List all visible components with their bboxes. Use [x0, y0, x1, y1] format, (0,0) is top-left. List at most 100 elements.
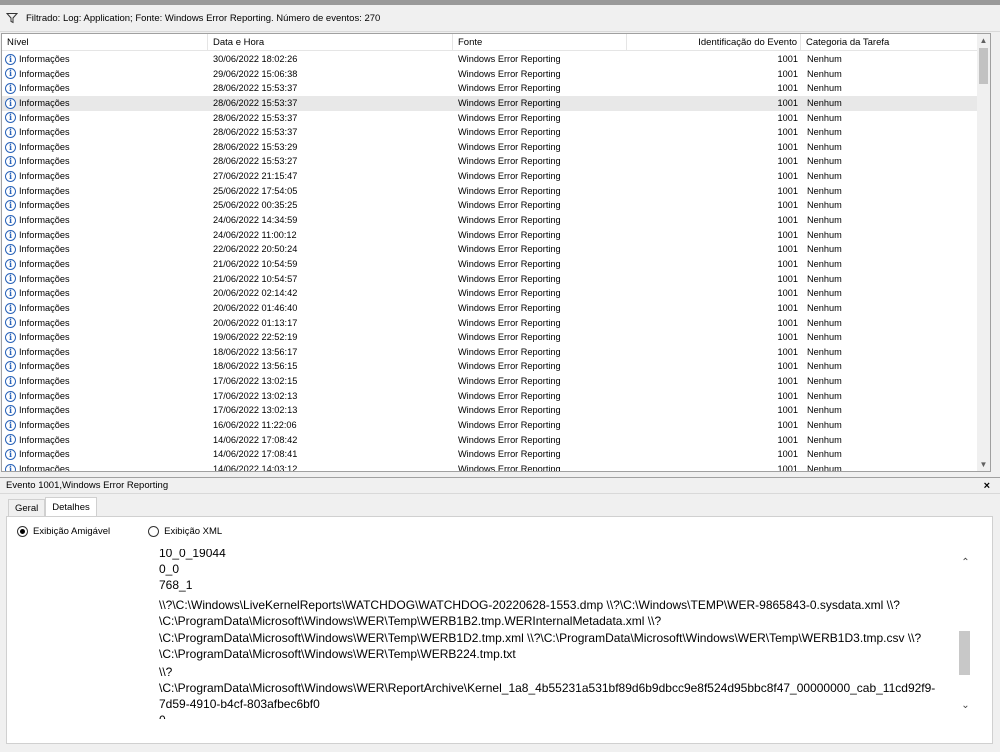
table-row[interactable]: i Informações 24/06/2022 14:34:59 Windows E… — [2, 213, 978, 228]
table-row[interactable]: i Informações 19/06/2022 22:52:19 Windows E… — [2, 330, 978, 345]
event-id-cell: 1001 — [777, 288, 798, 299]
source-cell: Windows Error Reporting — [458, 332, 561, 343]
date-cell: 22/06/2022 20:50:24 — [213, 244, 298, 255]
level-text: Informações — [19, 376, 70, 387]
category-cell: Nenhum — [807, 185, 842, 196]
category-cell: Nenhum — [807, 449, 842, 460]
column-header-date[interactable]: Data e Hora — [208, 34, 453, 51]
column-header-category[interactable]: Categoria da Tarefa — [801, 34, 978, 51]
detail-line: 7d59-4910-b4cf-803afbec6bf0 — [159, 697, 320, 711]
date-cell: 28/06/2022 15:53:27 — [213, 156, 298, 167]
info-icon: i — [5, 214, 16, 226]
scroll-thumb[interactable] — [979, 48, 988, 84]
category-cell: Nenhum — [807, 112, 842, 123]
level-cell: i Informações — [5, 359, 70, 374]
radio-friendly-view[interactable]: Exibição Amigável — [17, 526, 110, 537]
scroll-down-icon[interactable]: ▼ — [977, 458, 990, 471]
table-row[interactable]: i Informações 20/06/2022 01:13:17 Windows E… — [2, 316, 978, 331]
radio-unselected-icon[interactable] — [148, 526, 160, 537]
table-row[interactable]: i Informações 25/06/2022 17:54:05 Windows E… — [2, 184, 978, 199]
table-row[interactable]: i Informações 18/06/2022 13:56:15 Windows E… — [2, 359, 978, 374]
table-row[interactable]: i Informações 16/06/2022 11:22:06 Windows E… — [2, 418, 978, 433]
category-cell: Nenhum — [807, 463, 842, 472]
source-cell: Windows Error Reporting — [458, 288, 561, 299]
table-row[interactable]: i Informações 20/06/2022 01:46:40 Windows E… — [2, 301, 978, 316]
info-icon: i — [5, 405, 16, 417]
tab-general[interactable]: Geral — [8, 499, 46, 517]
category-cell: Nenhum — [807, 215, 842, 226]
event-id-cell: 1001 — [777, 346, 798, 357]
chevron-down-icon[interactable]: ⌄ — [959, 700, 972, 713]
source-cell: Windows Error Reporting — [458, 83, 561, 94]
scroll-up-icon[interactable]: ▲ — [977, 34, 990, 47]
category-cell: Nenhum — [807, 302, 842, 313]
table-row[interactable]: i Informações 14/06/2022 17:08:42 Windows E… — [2, 433, 978, 448]
event-id-cell: 1001 — [777, 54, 798, 64]
detail-line: 0 — [159, 712, 166, 719]
detail-tabs: Geral Detalhes — [8, 497, 97, 517]
level-cell: i Informações — [5, 111, 70, 126]
table-row[interactable]: i Informações 22/06/2022 20:50:24 Windows E… — [2, 242, 978, 257]
level-text: Informações — [19, 463, 70, 472]
column-header-level[interactable]: Nível — [2, 34, 208, 51]
source-cell: Windows Error Reporting — [458, 449, 561, 460]
table-row[interactable]: i Informações 28/06/2022 15:53:37 Windows E… — [2, 95, 978, 111]
table-row[interactable]: i Informações 17/06/2022 13:02:13 Windows E… — [2, 389, 978, 404]
column-header-source[interactable]: Fonte — [453, 34, 627, 51]
level-cell: i Informações — [5, 389, 70, 404]
table-row[interactable]: i Informações 14/06/2022 14:03:12 Windows E… — [2, 462, 978, 472]
date-cell: 28/06/2022 15:53:37 — [213, 97, 298, 108]
table-row[interactable]: i Informações 28/06/2022 15:53:37 Windows E… — [2, 111, 978, 126]
source-cell: Windows Error Reporting — [458, 141, 561, 152]
detail-line: 10_0_19044 — [159, 549, 226, 560]
level-cell: i Informações — [5, 257, 70, 272]
table-row[interactable]: i Informações 17/06/2022 13:02:13 Windows E… — [2, 403, 978, 418]
table-row[interactable]: i Informações 30/06/2022 18:02:26 Windows E… — [2, 52, 978, 67]
table-row[interactable]: i Informações 17/06/2022 13:02:15 Windows E… — [2, 374, 978, 389]
table-row[interactable]: i Informações 28/06/2022 15:53:37 Windows E… — [2, 125, 978, 140]
radio-xml-view[interactable]: Exibição XML — [148, 526, 222, 537]
level-cell: i Informações — [5, 345, 70, 360]
info-icon: i — [5, 53, 16, 65]
radio-selected-icon[interactable] — [17, 526, 28, 537]
details-scroll-thumb[interactable] — [959, 631, 970, 675]
info-icon: i — [5, 361, 16, 373]
info-icon: i — [5, 449, 16, 461]
category-cell: Nenhum — [807, 200, 842, 211]
view-mode-radios: Exibição Amigável Exibição XML — [17, 526, 260, 537]
table-row[interactable]: i Informações 14/06/2022 17:08:41 Windows E… — [2, 447, 978, 462]
category-cell: Nenhum — [807, 258, 842, 269]
table-row[interactable]: i Informações 18/06/2022 13:56:17 Windows E… — [2, 345, 978, 360]
table-row[interactable]: i Informações 28/06/2022 15:53:27 Windows E… — [2, 154, 978, 169]
table-row[interactable]: i Informações 28/06/2022 15:53:29 Windows E… — [2, 140, 978, 155]
table-scrollbar[interactable]: ▲ ▼ — [977, 34, 990, 471]
tab-details[interactable]: Detalhes — [45, 497, 97, 516]
table-row[interactable]: i Informações 29/06/2022 15:06:38 Windows E… — [2, 67, 978, 82]
level-cell: i Informações — [5, 462, 70, 472]
table-row[interactable]: i Informações 24/06/2022 11:00:12 Windows E… — [2, 228, 978, 243]
table-row[interactable]: i Informações 27/06/2022 21:15:47 Windows E… — [2, 169, 978, 184]
detail-line: \C:\ProgramData\Microsoft\Windows\WER\Te… — [159, 614, 662, 628]
info-icon: i — [5, 112, 16, 124]
source-cell: Windows Error Reporting — [458, 244, 561, 255]
detail-line: 768_1 — [159, 578, 193, 592]
level-cell: i Informações — [5, 242, 70, 257]
date-cell: 19/06/2022 22:52:19 — [213, 332, 298, 343]
date-cell: 28/06/2022 15:53:37 — [213, 83, 298, 94]
details-scrollbar[interactable]: ⌃ ⌄ — [957, 549, 974, 719]
table-row[interactable]: i Informações 20/06/2022 02:14:42 Windows E… — [2, 286, 978, 301]
event-id-cell: 1001 — [777, 434, 798, 445]
table-row[interactable]: i Informações 28/06/2022 15:53:37 Windows E… — [2, 81, 978, 96]
event-id-cell: 1001 — [777, 112, 798, 123]
table-row[interactable]: i Informações 21/06/2022 10:54:59 Windows E… — [2, 257, 978, 272]
date-cell: 25/06/2022 17:54:05 — [213, 185, 298, 196]
source-cell: Windows Error Reporting — [458, 171, 561, 182]
event-details-content[interactable]: 10_0_19044 0_0 768_1 \\?\C:\Windows\LiveKer… — [23, 549, 957, 719]
column-header-event-id[interactable]: Identificação do Evento — [627, 34, 801, 51]
close-icon[interactable]: × — [984, 478, 990, 494]
table-row[interactable]: i Informações 21/06/2022 10:54:57 Windows E… — [2, 272, 978, 287]
chevron-up-icon[interactable]: ⌃ — [959, 557, 972, 570]
table-row[interactable]: i Informações 25/06/2022 00:35:25 Windows E… — [2, 198, 978, 213]
level-cell: i Informações — [5, 433, 70, 448]
category-cell: Nenhum — [807, 332, 842, 343]
